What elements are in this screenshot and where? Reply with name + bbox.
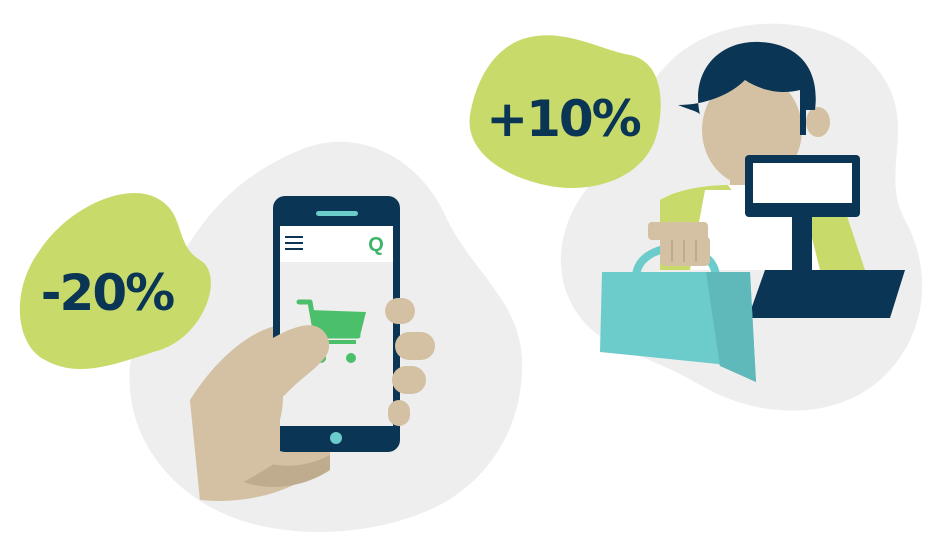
register-screen [753, 163, 852, 203]
in-store-scene: +10% [469, 23, 923, 411]
phone-speaker [316, 211, 358, 216]
register-stand [792, 217, 812, 275]
app-logo[interactable]: Q [368, 234, 384, 256]
illustration: Q -20% +10% [19, 23, 923, 532]
online-shopping-scene: Q -20% [19, 141, 523, 532]
cashier-ear [806, 107, 830, 137]
store-markup-label: +10% [486, 90, 640, 148]
phone-home-button[interactable] [330, 432, 342, 444]
online-discount-label: -20% [41, 264, 174, 322]
checkout-counter [748, 270, 905, 318]
